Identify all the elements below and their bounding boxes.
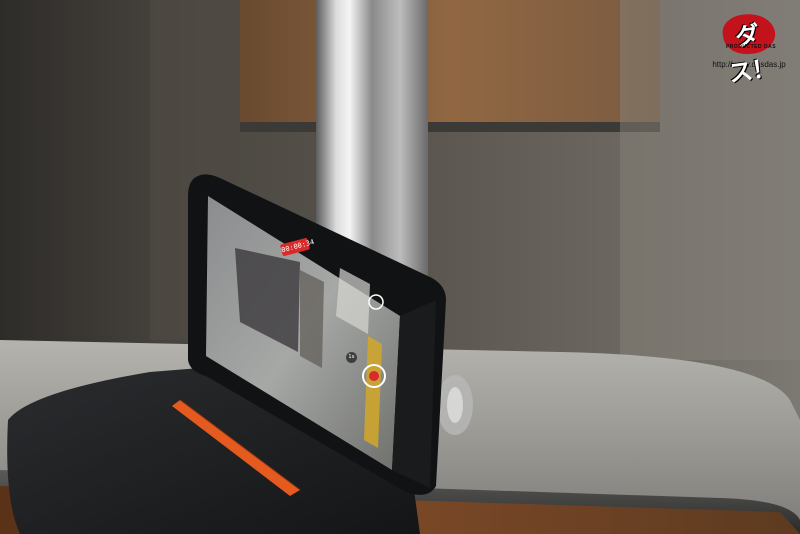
- logo-mark-icon: ダス！ PRODUCTED DAS: [717, 10, 781, 88]
- photo-scene: 00:00:34 1x ダス！ PRODUCTED DAS http://www…: [0, 0, 800, 534]
- zoom-button[interactable]: 1x: [346, 352, 357, 363]
- logo-text: ダス！: [727, 20, 777, 88]
- logo-subtext: PRODUCTED DAS: [725, 44, 777, 50]
- photo-illustration: [0, 0, 800, 534]
- watermark-logo: ダス！ PRODUCTED DAS http://www.dasdas.jp: [712, 10, 786, 88]
